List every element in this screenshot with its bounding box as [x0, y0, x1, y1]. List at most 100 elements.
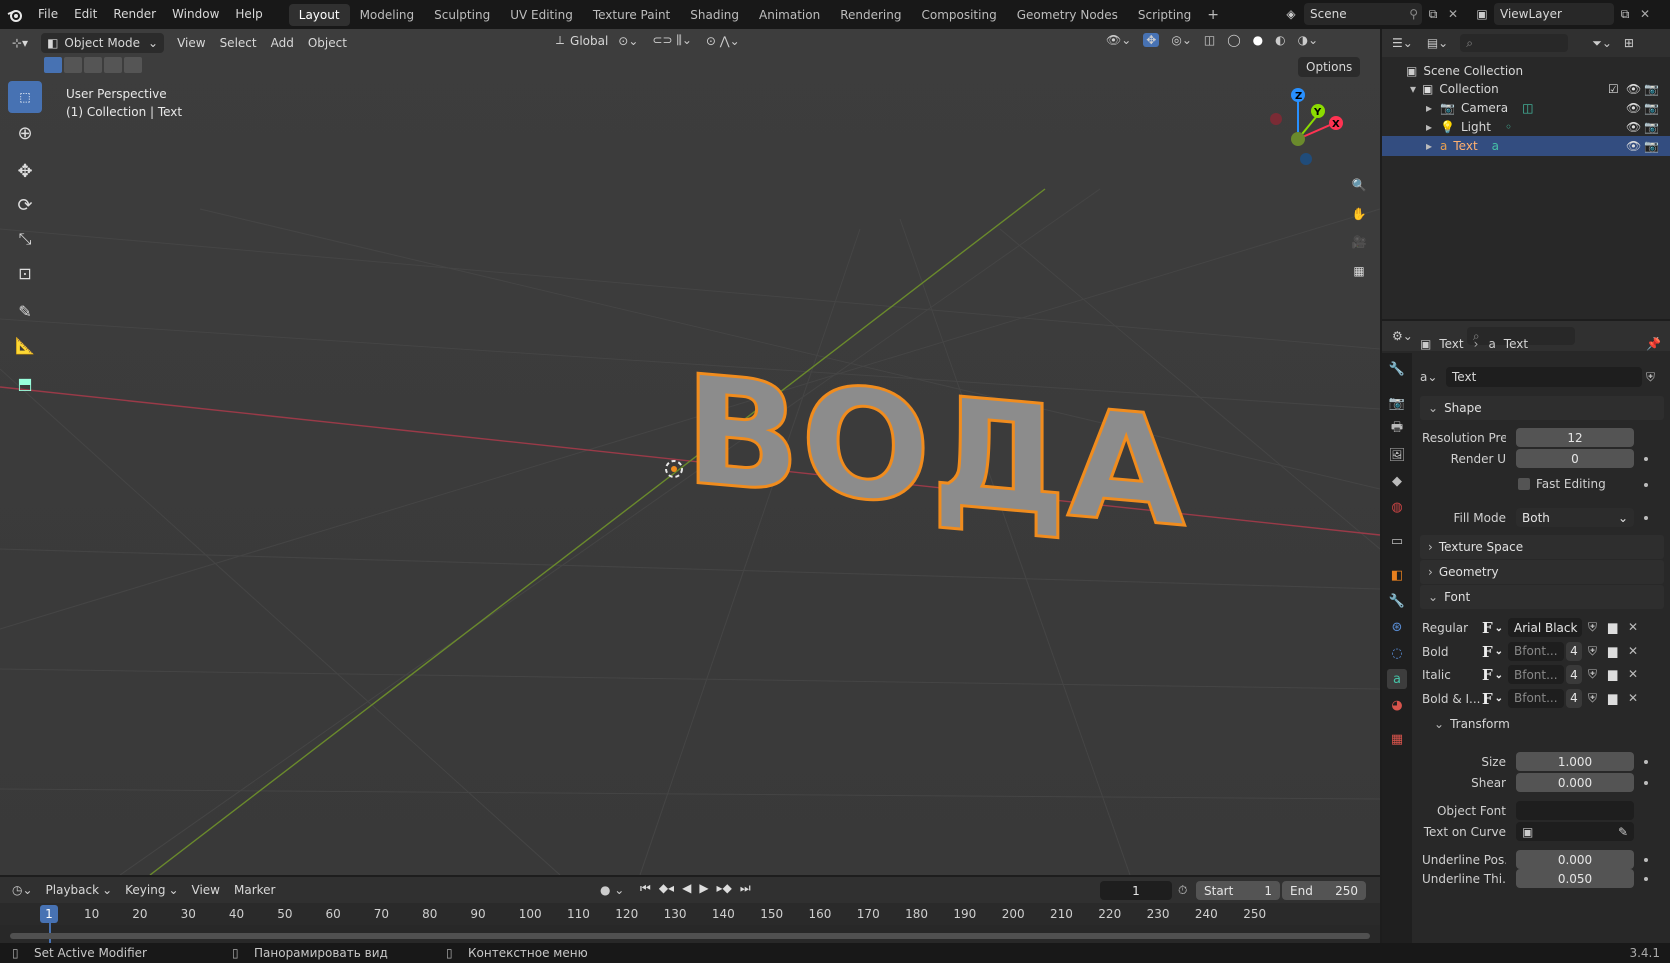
eye-icon[interactable]: 👁: [1626, 139, 1641, 153]
options-button[interactable]: Options: [1298, 57, 1361, 77]
timeline-menu-playback[interactable]: Playback: [39, 883, 107, 897]
end-frame-field[interactable]: End 250: [1282, 881, 1366, 900]
cursor-tool[interactable]: ⊕: [8, 117, 42, 149]
shading-material-icon[interactable]: ◐: [1275, 33, 1285, 47]
text-on-curve-field[interactable]: ▣ ✎: [1516, 822, 1634, 841]
scale-tool[interactable]: ⤡: [8, 223, 42, 255]
workspace-tab-sculpting[interactable]: Sculpting: [424, 4, 500, 26]
expand-icon[interactable]: ▸: [1426, 120, 1432, 134]
frame-ruler[interactable]: 10 20 30 40 50 60 70 80 90 100 110 120 130 140 150 160 1…: [0, 903, 1380, 925]
resolution-field[interactable]: 12: [1516, 428, 1634, 447]
shape-panel-header[interactable]: ⌄ Shape: [1420, 396, 1664, 420]
outliner-item-light[interactable]: ▸ 💡 Light ◦ 👁 📷: [1382, 117, 1670, 137]
font-name-field[interactable]: Arial Black: [1508, 618, 1582, 637]
fake-user-icon[interactable]: ⛨: [1588, 644, 1597, 659]
viewport-menu-select[interactable]: Select: [213, 36, 264, 50]
workspace-tab-compositing[interactable]: Compositing: [911, 4, 1006, 26]
expand-icon[interactable]: ▸: [1426, 101, 1432, 115]
select-extend-icon[interactable]: [64, 57, 82, 73]
blender-logo-icon[interactable]: [0, 0, 30, 29]
exclude-checkbox[interactable]: ☑: [1608, 82, 1619, 96]
view-layer-tab-icon[interactable]: 🖼: [1387, 445, 1407, 465]
auto-keying-icon[interactable]: ● ⌄: [600, 883, 624, 897]
render-camera-icon[interactable]: 📷: [1644, 139, 1659, 153]
properties-editor-icon[interactable]: ⚙⌄: [1392, 329, 1413, 343]
menu-render[interactable]: Render: [105, 0, 164, 29]
pivot-icon[interactable]: ⊙⌄: [618, 34, 638, 48]
new-scene-icon[interactable]: ⧉: [1422, 7, 1444, 22]
workspace-tab-animation[interactable]: Animation: [749, 4, 830, 26]
world-tab-icon[interactable]: ◍: [1387, 497, 1407, 517]
texture-tab-icon[interactable]: ▦: [1387, 729, 1407, 749]
workspace-tab-texture-paint[interactable]: Texture Paint: [583, 4, 680, 26]
keyframe-dot[interactable]: [1644, 858, 1648, 862]
pan-hand-icon[interactable]: ✋: [1346, 201, 1372, 227]
overlay-toggle-icon[interactable]: ◎⌄: [1171, 33, 1192, 47]
select-invert-icon[interactable]: [104, 57, 122, 73]
3d-cursor-icon[interactable]: [660, 455, 688, 483]
shear-field[interactable]: 0.000: [1516, 773, 1634, 792]
render-tab-icon[interactable]: 📷: [1387, 393, 1407, 413]
start-frame-field[interactable]: Start 1: [1196, 881, 1280, 900]
shading-wireframe-icon[interactable]: ◯: [1227, 33, 1240, 47]
menu-window[interactable]: Window: [164, 0, 227, 29]
outliner-item-camera[interactable]: ▸ 📷 Camera ◫ 👁 📷: [1382, 98, 1670, 118]
gizmo-toggle-icon[interactable]: ✥: [1143, 33, 1160, 47]
eye-icon[interactable]: 👁: [1626, 101, 1641, 115]
workspace-tab-modeling[interactable]: Modeling: [350, 4, 425, 26]
visibility-icon[interactable]: 👁⌄: [1106, 33, 1131, 47]
fill-mode-dropdown[interactable]: Both ⌄: [1516, 508, 1634, 527]
open-folder-icon[interactable]: ▆: [1608, 691, 1617, 705]
material-tab-icon[interactable]: ◕: [1387, 695, 1407, 715]
timeline-menu-marker[interactable]: Marker: [227, 883, 282, 897]
font-type-icon[interactable]: F ⌄: [1482, 642, 1508, 662]
camera-data-icon[interactable]: ◫: [1522, 101, 1533, 115]
play-reverse-icon[interactable]: ◀: [682, 881, 691, 896]
eye-icon[interactable]: 👁: [1626, 120, 1641, 134]
object-font-field[interactable]: [1516, 801, 1634, 820]
text-object-3d[interactable]: ВОДА: [680, 349, 1200, 569]
fake-user-icon[interactable]: ⛨: [1588, 667, 1597, 682]
workspace-tab-shading[interactable]: Shading: [680, 4, 749, 26]
select-subtract-icon[interactable]: [84, 57, 102, 73]
current-frame-field[interactable]: 1: [1100, 881, 1172, 900]
tool-tab-icon[interactable]: 🔧: [1387, 359, 1407, 379]
scene-field[interactable]: Scene ⚲: [1304, 3, 1422, 25]
select-new-icon[interactable]: [44, 57, 62, 73]
fast-editing-checkbox[interactable]: [1518, 478, 1530, 490]
timeline-editor-icon[interactable]: ◷⌄: [12, 883, 33, 897]
menu-file[interactable]: File: [30, 0, 66, 29]
timeline-menu-keying[interactable]: Keying: [118, 883, 172, 897]
editor-type-icon[interactable]: ⊹▾: [0, 36, 35, 50]
navigation-gizmo[interactable]: Z X Y: [1250, 81, 1350, 171]
select-box-tool[interactable]: ⬚: [8, 81, 42, 113]
font-type-icon[interactable]: F ⌄: [1482, 689, 1508, 709]
texture-space-panel-header[interactable]: › Texture Space: [1420, 535, 1664, 559]
workspace-tab-scripting[interactable]: Scripting: [1128, 4, 1201, 26]
select-intersect-icon[interactable]: [124, 57, 142, 73]
outliner-editor-icon[interactable]: ☰⌄: [1392, 36, 1413, 50]
view-layer-icon[interactable]: ▣: [1470, 7, 1494, 21]
eye-icon[interactable]: 👁: [1626, 82, 1641, 96]
physics-tab-icon[interactable]: ◌: [1387, 643, 1407, 663]
particles-tab-icon[interactable]: ⊛: [1387, 617, 1407, 637]
scene-selector-icon[interactable]: ◈: [1278, 3, 1304, 25]
next-keyframe-icon[interactable]: ▸◆: [717, 881, 732, 896]
viewport-menu-add[interactable]: Add: [264, 36, 301, 50]
open-folder-icon[interactable]: ▆: [1608, 644, 1617, 658]
prev-keyframe-icon[interactable]: ◆◂: [659, 881, 674, 896]
font-name-field[interactable]: Bfont...: [1508, 665, 1564, 684]
fake-user-icon[interactable]: ⛨: [1588, 620, 1597, 635]
3d-viewport[interactable]: ВОДА ⊹▾ ◧ Object Mode ⌄ View Select Add Objec…: [0, 29, 1380, 875]
size-field[interactable]: 1.000: [1516, 752, 1634, 771]
data-tab-icon[interactable]: a: [1387, 669, 1407, 689]
outliner-item-text[interactable]: ▸ a Text a 👁 📷: [1382, 136, 1670, 156]
datablock-type-icon[interactable]: a⌄: [1420, 370, 1446, 384]
open-folder-icon[interactable]: ▆: [1608, 667, 1617, 681]
delete-scene-icon[interactable]: ✕: [1444, 7, 1462, 21]
fake-user-icon[interactable]: ⛨: [1588, 691, 1597, 706]
datablock-selector[interactable]: a⌄ Text ⛨: [1420, 367, 1664, 387]
render-camera-icon[interactable]: 📷: [1644, 120, 1659, 134]
render-camera-icon[interactable]: 📷: [1644, 82, 1659, 96]
keyframe-dot[interactable]: [1644, 781, 1648, 785]
